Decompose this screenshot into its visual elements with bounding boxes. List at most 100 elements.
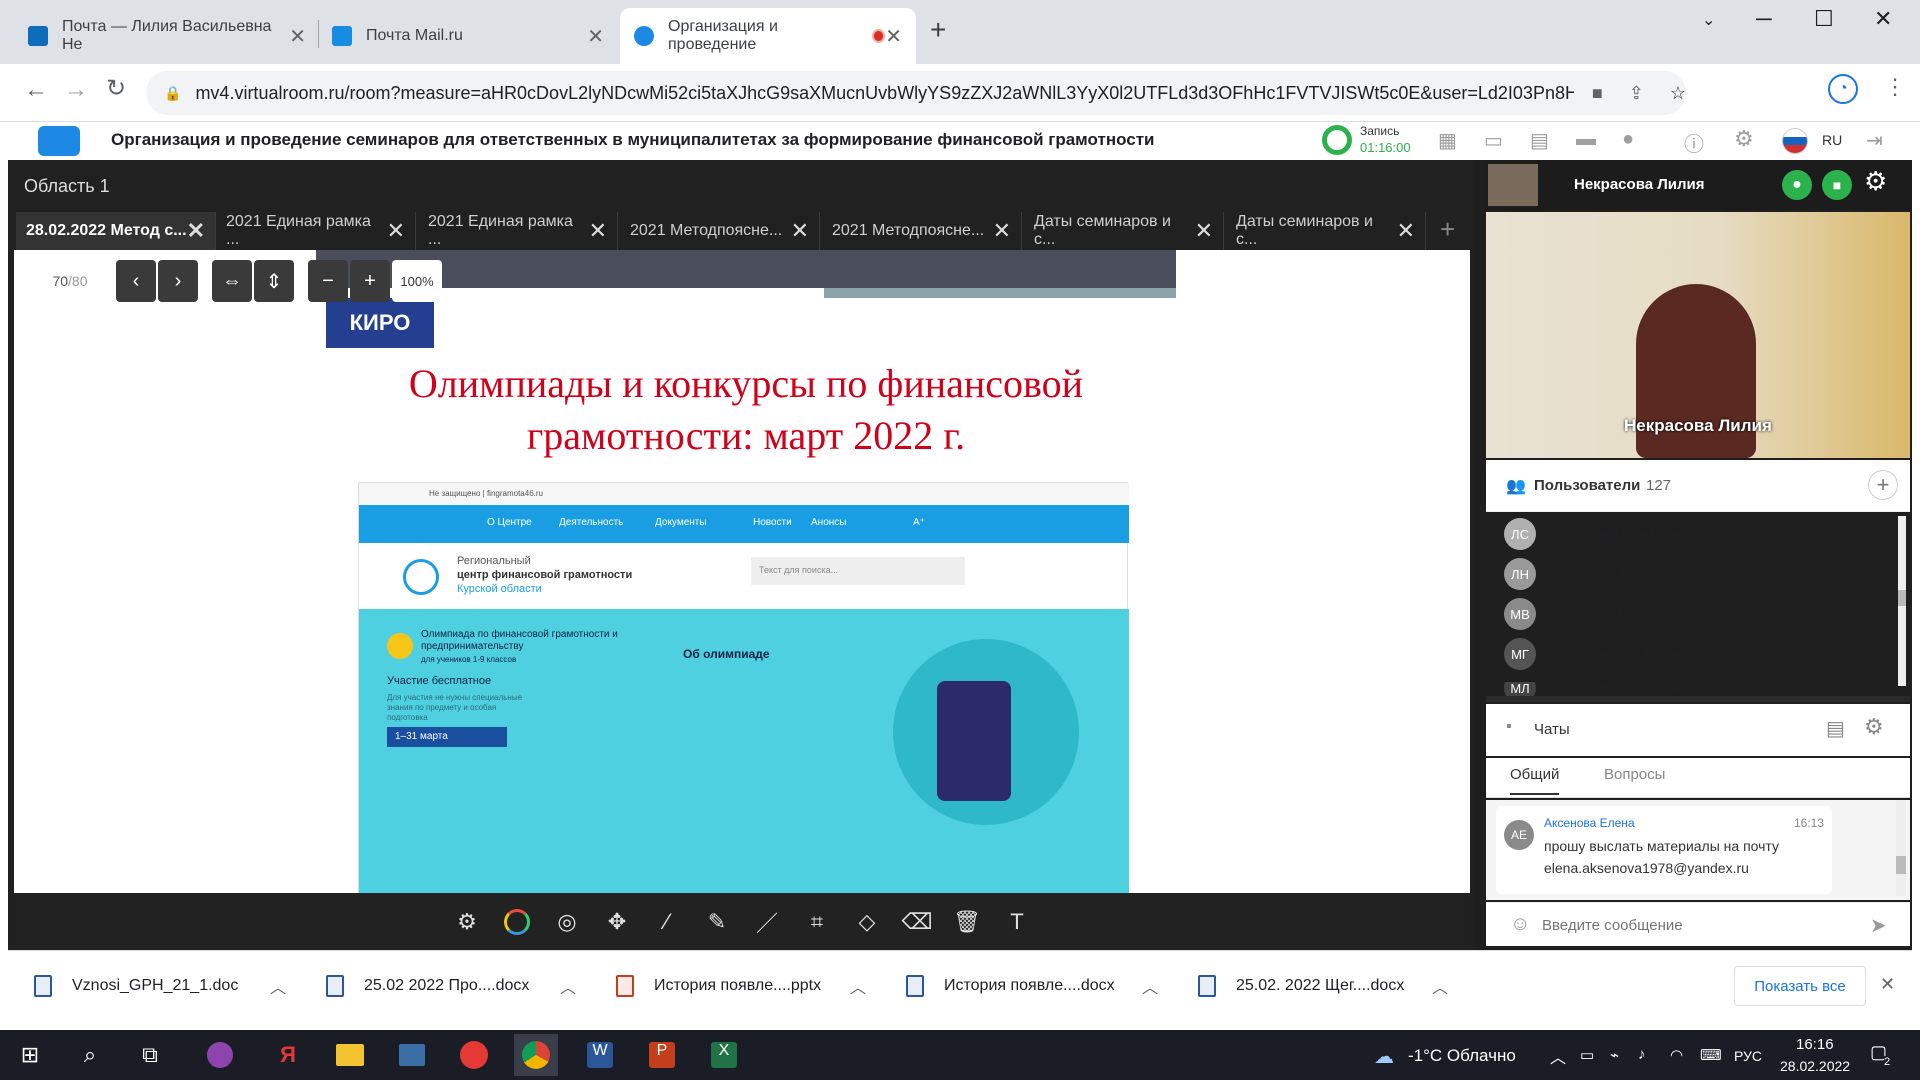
chat-settings-icon[interactable]: ⚙ [1864, 714, 1884, 740]
document-icon[interactable]: ▤ [1530, 128, 1549, 153]
download-item[interactable]: 25.02. 2022 Щег....docx ︿ [1198, 968, 1454, 1004]
users-scrollbar[interactable] [1898, 516, 1906, 686]
close-icon[interactable]: ✕ [885, 24, 902, 49]
windows-start-icon[interactable]: ⊞ [8, 1034, 52, 1076]
yandex-browser-icon[interactable] [452, 1034, 496, 1076]
brush-icon[interactable]: ⁄ [650, 905, 684, 939]
volume-icon[interactable]: ♪ [1638, 1046, 1646, 1063]
chevron-up-icon[interactable]: ︿ [270, 974, 286, 998]
download-item[interactable]: 25.02 2022 Про....docx ︿ [326, 968, 582, 1004]
close-downloads-icon[interactable]: ✕ [1880, 974, 1895, 995]
doc-tab[interactable]: 2021 Методпояснe... ✕ [822, 212, 1022, 250]
page-input[interactable]: 70/80 [24, 260, 116, 302]
battery-icon[interactable]: ▭ [1580, 1046, 1594, 1064]
close-icon[interactable]: ✕ [1397, 218, 1415, 244]
tab-general[interactable]: Общий [1510, 766, 1560, 795]
chevron-up-icon[interactable]: ︿ [560, 974, 576, 998]
record-icon[interactable] [1322, 125, 1352, 155]
close-icon[interactable]: ✕ [993, 218, 1011, 244]
text-tool-icon[interactable]: T [1000, 905, 1034, 939]
tab-search-icon[interactable]: ⌄ [1702, 10, 1715, 30]
move-icon[interactable]: ✥ [600, 905, 634, 939]
download-item[interactable]: История появле....pptx ︿ [616, 968, 872, 1004]
language-label[interactable]: RU [1822, 132, 1842, 148]
tab-questions[interactable]: Вопросы [1604, 766, 1665, 783]
powerpoint-icon[interactable]: P [640, 1034, 684, 1076]
prev-page-button[interactable]: ‹ [116, 260, 156, 302]
file-explorer-icon[interactable] [328, 1034, 372, 1076]
list-item-clipped[interactable]: МЛ Медведева Любовь [1504, 682, 1884, 696]
yandex-icon[interactable]: Я [266, 1034, 310, 1076]
zoom-in-button[interactable]: + [350, 260, 390, 302]
close-window-button[interactable]: ✕ [1874, 6, 1892, 32]
excel-icon[interactable]: X [702, 1034, 746, 1076]
settings-icon[interactable]: ⚙ [1734, 126, 1754, 152]
chevron-up-icon[interactable]: ︿ [850, 974, 866, 998]
tab-virtualroom[interactable]: Организация и проведение ✕ [620, 8, 916, 64]
eraser-icon[interactable]: ⌫ [900, 905, 934, 939]
back-icon[interactable]: ← [24, 76, 48, 104]
send-icon[interactable]: ➤ [1870, 913, 1887, 938]
doc-tab[interactable]: Даты семинаров и с... ✕ [1024, 212, 1224, 250]
close-icon[interactable]: ✕ [289, 24, 306, 49]
close-icon[interactable]: ✕ [1195, 218, 1213, 244]
bookmark-star-icon[interactable]: ☆ [1670, 83, 1686, 104]
add-doc-tab-button[interactable]: + [1440, 214, 1455, 245]
list-item[interactable]: ЛС Лихачева Светлана [1504, 516, 1689, 552]
extension-icon[interactable]: ◔ [1828, 74, 1858, 104]
info-icon[interactable]: ⓘ [1684, 128, 1704, 157]
list-item[interactable]: МГ Мартынович Галина [1504, 636, 1693, 672]
microphone-icon[interactable]: ● [1782, 170, 1812, 200]
task-view-icon[interactable]: ⧉ [128, 1034, 172, 1076]
clock-date[interactable]: 28.02.2022 [1780, 1058, 1850, 1074]
search-icon[interactable]: ⌕ [68, 1034, 112, 1076]
download-item[interactable]: Vznosi_GPH_21_1.doc ︿ [34, 968, 290, 1004]
camera-icon[interactable]: ■ [1592, 83, 1603, 104]
next-page-button[interactable]: › [158, 260, 198, 302]
close-icon[interactable]: ✕ [387, 218, 405, 244]
gear-icon[interactable]: ⚙ [450, 905, 484, 939]
close-icon[interactable]: ✕ [589, 218, 607, 244]
word-icon[interactable]: W [578, 1034, 622, 1076]
close-icon[interactable]: ✕ [187, 218, 205, 244]
emoji-icon[interactable]: ☺ [1510, 913, 1530, 936]
settings-icon[interactable]: ⚙ [1864, 166, 1887, 197]
shape-icon[interactable]: ◇ [850, 905, 884, 939]
chat-scrollbar[interactable] [1896, 800, 1906, 896]
clock-time[interactable]: 16:16 [1796, 1036, 1834, 1053]
tab-outlook-mail[interactable]: Почта — Лилия Васильевна Не ✕ [14, 8, 320, 64]
doc-tab[interactable]: 2021 Методпояснe... ✕ [620, 212, 820, 250]
chevron-up-icon[interactable]: ︿ [1432, 974, 1448, 998]
network-icon[interactable]: ⌁ [1610, 1046, 1619, 1064]
russian-flag-icon[interactable] [1782, 128, 1808, 154]
fit-height-icon[interactable]: ⇕ [254, 260, 294, 302]
folder-icon[interactable]: ▬ [1576, 128, 1596, 151]
doc-tab[interactable]: 2021 Единая рамка ... ✕ [418, 212, 618, 250]
chevron-up-icon[interactable]: ︿ [1142, 974, 1158, 998]
users-icon[interactable]: ● [1622, 128, 1634, 151]
keyboard-icon[interactable]: ⌨ [1700, 1046, 1722, 1064]
doc-tab[interactable]: 28.02.2022 Метод с... ✕ [16, 212, 216, 250]
url-input[interactable]: 🔒 mv4.virtualroom.ru/room?measure=aHR0cD… [146, 71, 1686, 115]
close-icon[interactable]: ✕ [587, 24, 604, 49]
color-picker-icon[interactable] [500, 905, 534, 939]
zoom-out-button[interactable]: − [308, 260, 348, 302]
chrome-icon[interactable] [514, 1034, 558, 1076]
pencil-icon[interactable]: ✎ [700, 905, 734, 939]
crop-icon[interactable]: ⌗ [800, 905, 834, 939]
share-icon[interactable]: ⇪ [1629, 83, 1644, 104]
exit-icon[interactable]: ⇥ [1866, 128, 1883, 153]
add-user-button[interactable]: + [1868, 470, 1898, 500]
maximize-button[interactable]: ☐ [1814, 6, 1834, 32]
tab-mail-ru[interactable]: Почта Mail.ru ✕ [318, 8, 618, 64]
fit-width-icon[interactable]: ⇔ [212, 260, 252, 302]
chat-export-icon[interactable]: ▤ [1826, 716, 1845, 741]
close-icon[interactable]: ✕ [791, 218, 809, 244]
panel-splitter[interactable] [1486, 696, 1910, 702]
weather-text[interactable]: -1°C Облачно [1408, 1046, 1516, 1066]
network-app-icon[interactable] [390, 1034, 434, 1076]
list-item[interactable]: ЛН Лунякова Наталия [1504, 556, 1680, 592]
trash-icon[interactable]: 🗑 [950, 905, 984, 939]
list-item[interactable]: МВ Маркова Валентина [1504, 596, 1692, 632]
reload-icon[interactable]: ↻ [106, 74, 126, 103]
